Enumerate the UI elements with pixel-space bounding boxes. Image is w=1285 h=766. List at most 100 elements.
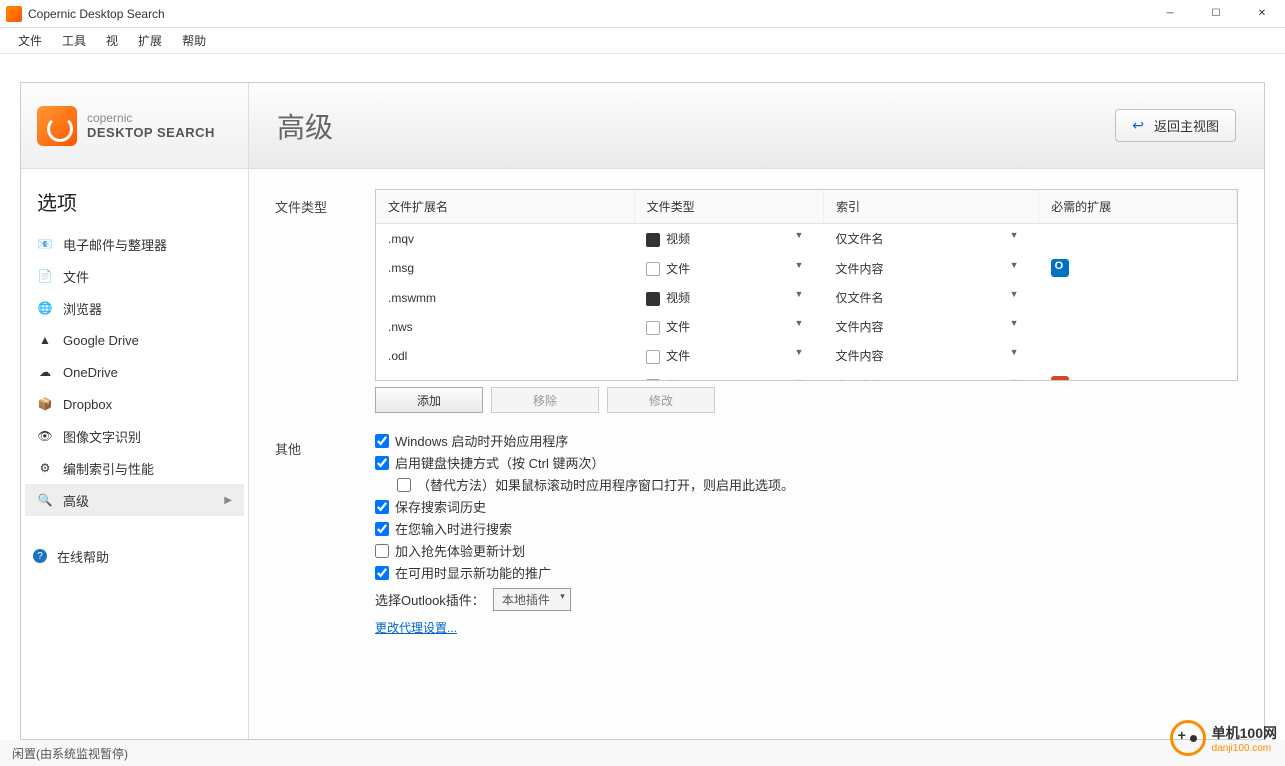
table-row[interactable]: .odp 文件▼ 文件内容▼ <box>376 370 1237 380</box>
proxy-settings-link[interactable]: 更改代理设置... <box>375 619 457 636</box>
menu-file[interactable]: 文件 <box>8 28 52 53</box>
col-extension[interactable]: 文件扩展名 <box>376 190 634 224</box>
table-row[interactable]: .msg 文件▼ 文件内容▼ <box>376 253 1237 283</box>
table-row[interactable]: .mqv 视频▼ 仅文件名▼ <box>376 224 1237 254</box>
watermark-url: danji100.com <box>1212 743 1277 754</box>
sidebar-item-label: 在线帮助 <box>57 547 109 566</box>
remove-button[interactable]: 移除 <box>491 387 599 413</box>
checkbox-0[interactable] <box>375 434 389 448</box>
menu-view[interactable]: 视 <box>96 28 128 53</box>
back-arrow-icon: ↩ <box>1132 117 1144 134</box>
sidebar-item-5[interactable]: 📦Dropbox <box>25 388 244 420</box>
filetype-icon <box>646 321 660 335</box>
cell-type[interactable]: 文件▼ <box>634 370 823 380</box>
logo-product: DESKTOP SEARCH <box>87 125 215 140</box>
cell-type[interactable]: 视频▼ <box>634 283 823 312</box>
menubar: 文件 工具 视 扩展 帮助 <box>0 28 1285 54</box>
filetype-icon <box>646 292 660 306</box>
back-to-main-button[interactable]: ↩ 返回主视图 <box>1115 109 1236 142</box>
table-row[interactable]: .odl 文件▼ 文件内容▼ <box>376 341 1237 370</box>
add-button[interactable]: 添加 <box>375 387 483 413</box>
checkbox-row: 保存搜索词历史 <box>375 497 794 516</box>
sidebar-item-8[interactable]: 🔍高级▶ <box>25 484 244 516</box>
sidebar-item-2[interactable]: 🌐 浏览器 <box>25 292 244 324</box>
menu-tools[interactable]: 工具 <box>52 28 96 53</box>
maximize-button[interactable]: ☐ <box>1193 0 1239 28</box>
cell-req <box>1039 341 1237 370</box>
checkbox-label: 在可用时显示新功能的推广 <box>395 563 551 582</box>
checkbox-label: 在您输入时进行搜索 <box>395 519 512 538</box>
cell-type[interactable]: 文件▼ <box>634 341 823 370</box>
logo-icon <box>37 106 77 146</box>
sidebar-item-label: OneDrive <box>63 365 118 380</box>
cell-index[interactable]: 仅文件名▼ <box>823 224 1038 254</box>
menu-help[interactable]: 帮助 <box>172 28 216 53</box>
chevron-down-icon: ▼ <box>795 318 804 328</box>
cell-req <box>1039 253 1237 283</box>
checkbox-1[interactable] <box>375 456 389 470</box>
nav-icon: 🌐 <box>37 300 53 316</box>
window-title: Copernic Desktop Search <box>28 7 1147 21</box>
main-panel: copernic DESKTOP SEARCH 选项 📧电子邮件与整理器📄文件🌐… <box>20 82 1265 740</box>
sidebar-item-4[interactable]: ☁ OneDrive <box>25 356 244 388</box>
nav-icon: 📧 <box>37 236 53 252</box>
sidebar: copernic DESKTOP SEARCH 选项 📧电子邮件与整理器📄文件🌐… <box>21 83 249 739</box>
sidebar-item-label: 图像文字识别 <box>63 427 141 446</box>
col-index[interactable]: 索引 <box>823 190 1038 224</box>
window-controls: ─ ☐ ✕ <box>1147 0 1285 28</box>
sidebar-item-1[interactable]: 📄文件 <box>25 260 244 292</box>
sidebar-item-online-help[interactable]: ? 在线帮助 <box>21 540 248 572</box>
checkbox-row: 启用键盘快捷方式（按 Ctrl 键两次） <box>375 453 794 472</box>
cell-type[interactable]: 文件▼ <box>634 253 823 283</box>
checkbox-label: （替代方法）如果鼠标滚动时应用程序窗口打开，则启用此选项。 <box>417 475 794 494</box>
cell-type[interactable]: 视频▼ <box>634 224 823 254</box>
page-title: 高级 <box>277 106 1115 146</box>
cell-ext: .odp <box>376 370 634 380</box>
chevron-down-icon: ▼ <box>795 377 804 381</box>
cell-req <box>1039 224 1237 254</box>
powerpoint-icon <box>1051 376 1069 380</box>
outlook-plugin-select[interactable]: 本地插件 <box>493 588 571 611</box>
titlebar: Copernic Desktop Search ─ ☐ ✕ <box>0 0 1285 28</box>
cell-index[interactable]: 仅文件名▼ <box>823 283 1038 312</box>
status-text: 闲置(由系统监视暂停) <box>12 745 128 762</box>
sidebar-item-6[interactable]: 👁 图像文字识别 <box>25 420 244 452</box>
sidebar-title: 选项 <box>21 169 248 228</box>
minimize-button[interactable]: ─ <box>1147 0 1193 28</box>
col-required-ext[interactable]: 必需的扩展 <box>1039 190 1237 224</box>
filetype-table: 文件扩展名 文件类型 索引 必需的扩展 .mqv 视频▼ 仅文件名▼ .msg … <box>375 189 1238 381</box>
table-row[interactable]: .mswmm 视频▼ 仅文件名▼ <box>376 283 1237 312</box>
sidebar-item-3[interactable]: ▲Google Drive <box>25 324 244 356</box>
chevron-down-icon: ▼ <box>795 289 804 299</box>
table-row[interactable]: .nws 文件▼ 文件内容▼ <box>376 312 1237 341</box>
checkbox-row: 在可用时显示新功能的推广 <box>375 563 794 582</box>
chevron-right-icon: ▶ <box>224 495 232 506</box>
nav-icon: 👁 <box>37 428 53 444</box>
menu-extensions[interactable]: 扩展 <box>128 28 172 53</box>
cell-index[interactable]: 文件内容▼ <box>823 341 1038 370</box>
cell-index[interactable]: 文件内容▼ <box>823 370 1038 380</box>
checkbox-2[interactable] <box>397 478 411 492</box>
checkbox-3[interactable] <box>375 500 389 514</box>
cell-index[interactable]: 文件内容▼ <box>823 312 1038 341</box>
cell-index[interactable]: 文件内容▼ <box>823 253 1038 283</box>
close-button[interactable]: ✕ <box>1239 0 1285 28</box>
cell-ext: .msg <box>376 253 634 283</box>
cell-req <box>1039 370 1237 380</box>
watermark: 单机100网 danji100.com <box>1170 720 1277 756</box>
checkbox-4[interactable] <box>375 522 389 536</box>
logo-brand: copernic <box>87 111 215 125</box>
checkbox-5[interactable] <box>375 544 389 558</box>
sidebar-item-label: 高级 <box>63 491 89 510</box>
sidebar-item-0[interactable]: 📧电子邮件与整理器 <box>25 228 244 260</box>
cell-type[interactable]: 文件▼ <box>634 312 823 341</box>
nav-icon: 📦 <box>37 396 53 412</box>
nav-icon: ☁ <box>37 364 53 380</box>
checkbox-6[interactable] <box>375 566 389 580</box>
checkbox-row: （替代方法）如果鼠标滚动时应用程序窗口打开，则启用此选项。 <box>397 475 794 494</box>
edit-button[interactable]: 修改 <box>607 387 715 413</box>
col-type[interactable]: 文件类型 <box>634 190 823 224</box>
sidebar-item-7[interactable]: ⚙编制索引与性能 <box>25 452 244 484</box>
sidebar-item-label: 浏览器 <box>63 299 102 318</box>
watermark-name: 单机100网 <box>1212 723 1277 743</box>
